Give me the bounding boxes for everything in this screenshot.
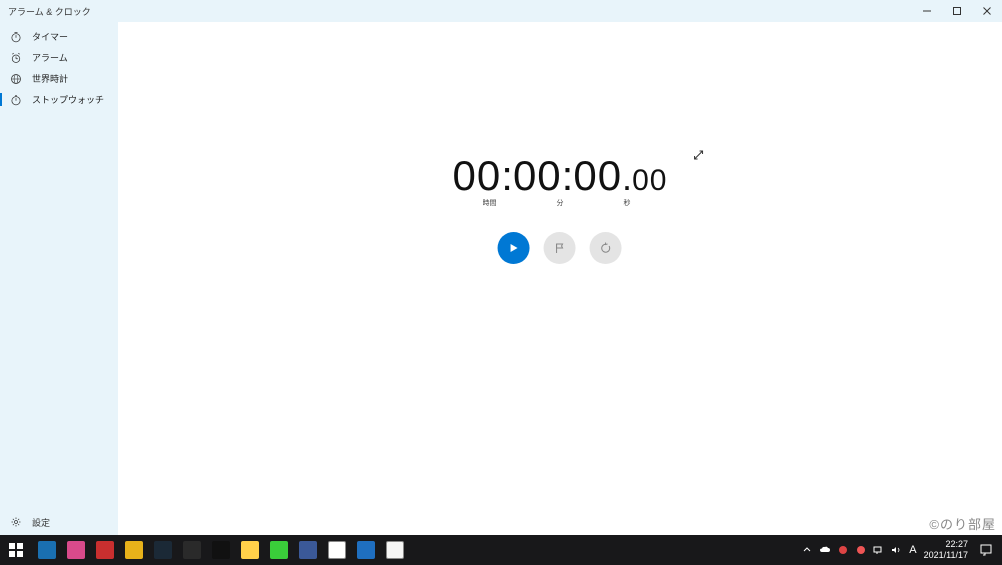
ime-indicator[interactable]: A (906, 544, 919, 556)
label-hours: 時間 (483, 198, 497, 208)
taskbar-app-edge[interactable] (351, 535, 380, 565)
taskbar-app-app6[interactable] (293, 535, 322, 565)
notifications-button[interactable] (972, 535, 1000, 565)
sidebar-item-stopwatch[interactable]: ストップウォッチ (0, 89, 118, 110)
taskbar-date: 2021/11/17 (924, 550, 968, 561)
taskbar-app-app4[interactable] (148, 535, 177, 565)
sidebar-item-settings[interactable]: 設定 (0, 509, 118, 535)
watermark: ©のり部屋 (929, 514, 996, 533)
app-title: アラーム & クロック (8, 5, 91, 18)
seconds-value: 00 (573, 152, 622, 200)
app-body: タイマー アラーム 世界時計 ストップウォッチ (0, 22, 1002, 535)
sidebar-item-worldclock[interactable]: 世界時計 (0, 68, 118, 89)
taskbar-app-folder[interactable] (235, 535, 264, 565)
settings-label: 設定 (32, 516, 50, 529)
reset-button[interactable] (590, 232, 622, 264)
sidebar-item-label: タイマー (32, 30, 68, 43)
alarm-icon (10, 52, 22, 64)
expand-button[interactable] (689, 146, 707, 164)
taskbar-app-explorer[interactable] (32, 535, 61, 565)
sidebar: タイマー アラーム 世界時計 ストップウォッチ (0, 22, 118, 535)
main-content: 00 : 00 : 00 . 00 時間 分 秒 (118, 22, 1002, 535)
timer-icon (10, 31, 22, 43)
stopwatch-controls (498, 232, 622, 264)
taskbar-left (0, 535, 409, 565)
taskbar-tray: A 22:27 2021/11/17 (798, 535, 1000, 565)
time-readout: 00 : 00 : 00 . 00 (453, 152, 668, 200)
close-button[interactable] (972, 0, 1002, 22)
sidebar-item-alarm[interactable]: アラーム (0, 47, 118, 68)
taskbar-app-line[interactable] (264, 535, 293, 565)
taskbar: A 22:27 2021/11/17 (0, 535, 1002, 565)
centiseconds-value: 00 (632, 164, 667, 198)
lap-button[interactable] (544, 232, 576, 264)
hours-value: 00 (453, 152, 502, 200)
label-seconds: 秒 (624, 198, 631, 208)
tray-app-icon-2[interactable] (852, 535, 870, 565)
tray-chevron-icon[interactable] (798, 535, 816, 565)
gear-icon (10, 516, 22, 528)
taskbar-app-app2[interactable] (90, 535, 119, 565)
minutes-value: 00 (513, 152, 562, 200)
minimize-button[interactable] (912, 0, 942, 22)
sidebar-item-label: ストップウォッチ (32, 93, 104, 106)
taskbar-app-chrome[interactable] (322, 535, 351, 565)
titlebar: アラーム & クロック (0, 0, 1002, 22)
sidebar-item-timer[interactable]: タイマー (0, 26, 118, 47)
tray-volume-icon[interactable] (888, 535, 906, 565)
time-unit-labels: 時間 分 秒 (453, 198, 668, 208)
taskbar-app-app5[interactable] (177, 535, 206, 565)
tray-network-icon[interactable] (870, 535, 888, 565)
stopwatch-icon (10, 94, 22, 106)
worldclock-icon (10, 73, 22, 85)
taskbar-app-steam[interactable] (206, 535, 235, 565)
taskbar-app-app1[interactable] (61, 535, 90, 565)
taskbar-time: 22:27 (924, 539, 968, 550)
stopwatch-display: 00 : 00 : 00 . 00 時間 分 秒 (453, 152, 668, 264)
window-controls (912, 0, 1002, 22)
sidebar-item-label: 世界時計 (32, 72, 68, 85)
taskbar-clock[interactable]: 22:27 2021/11/17 (920, 539, 972, 561)
label-minutes: 分 (557, 198, 564, 208)
taskbar-app-clock-app[interactable] (380, 535, 409, 565)
app-window: アラーム & クロック タイマー (0, 0, 1002, 535)
start-button-taskbar[interactable] (0, 535, 32, 565)
sidebar-item-label: アラーム (32, 51, 68, 64)
tray-onedrive-icon[interactable] (816, 535, 834, 565)
maximize-button[interactable] (942, 0, 972, 22)
tray-app-icon-1[interactable] (834, 535, 852, 565)
start-button[interactable] (498, 232, 530, 264)
taskbar-app-app3[interactable] (119, 535, 148, 565)
